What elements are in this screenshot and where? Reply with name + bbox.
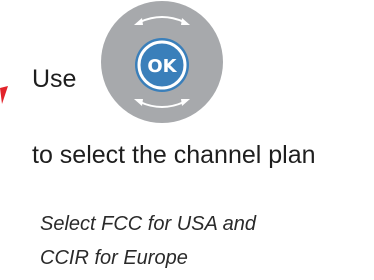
instruction-text: to select the channel plan [32, 141, 316, 169]
ok-button-label: OK [147, 56, 177, 77]
red-pointer-icon [0, 84, 12, 106]
note-line-2: CCIR for Europe [40, 247, 188, 269]
channel-plan-note: Select FCC for USA and CCIR for Europe [40, 207, 256, 275]
ok-dial-icon: OK [100, 0, 224, 124]
use-label: Use [32, 65, 77, 93]
note-line-1: Select FCC for USA and [40, 213, 257, 235]
